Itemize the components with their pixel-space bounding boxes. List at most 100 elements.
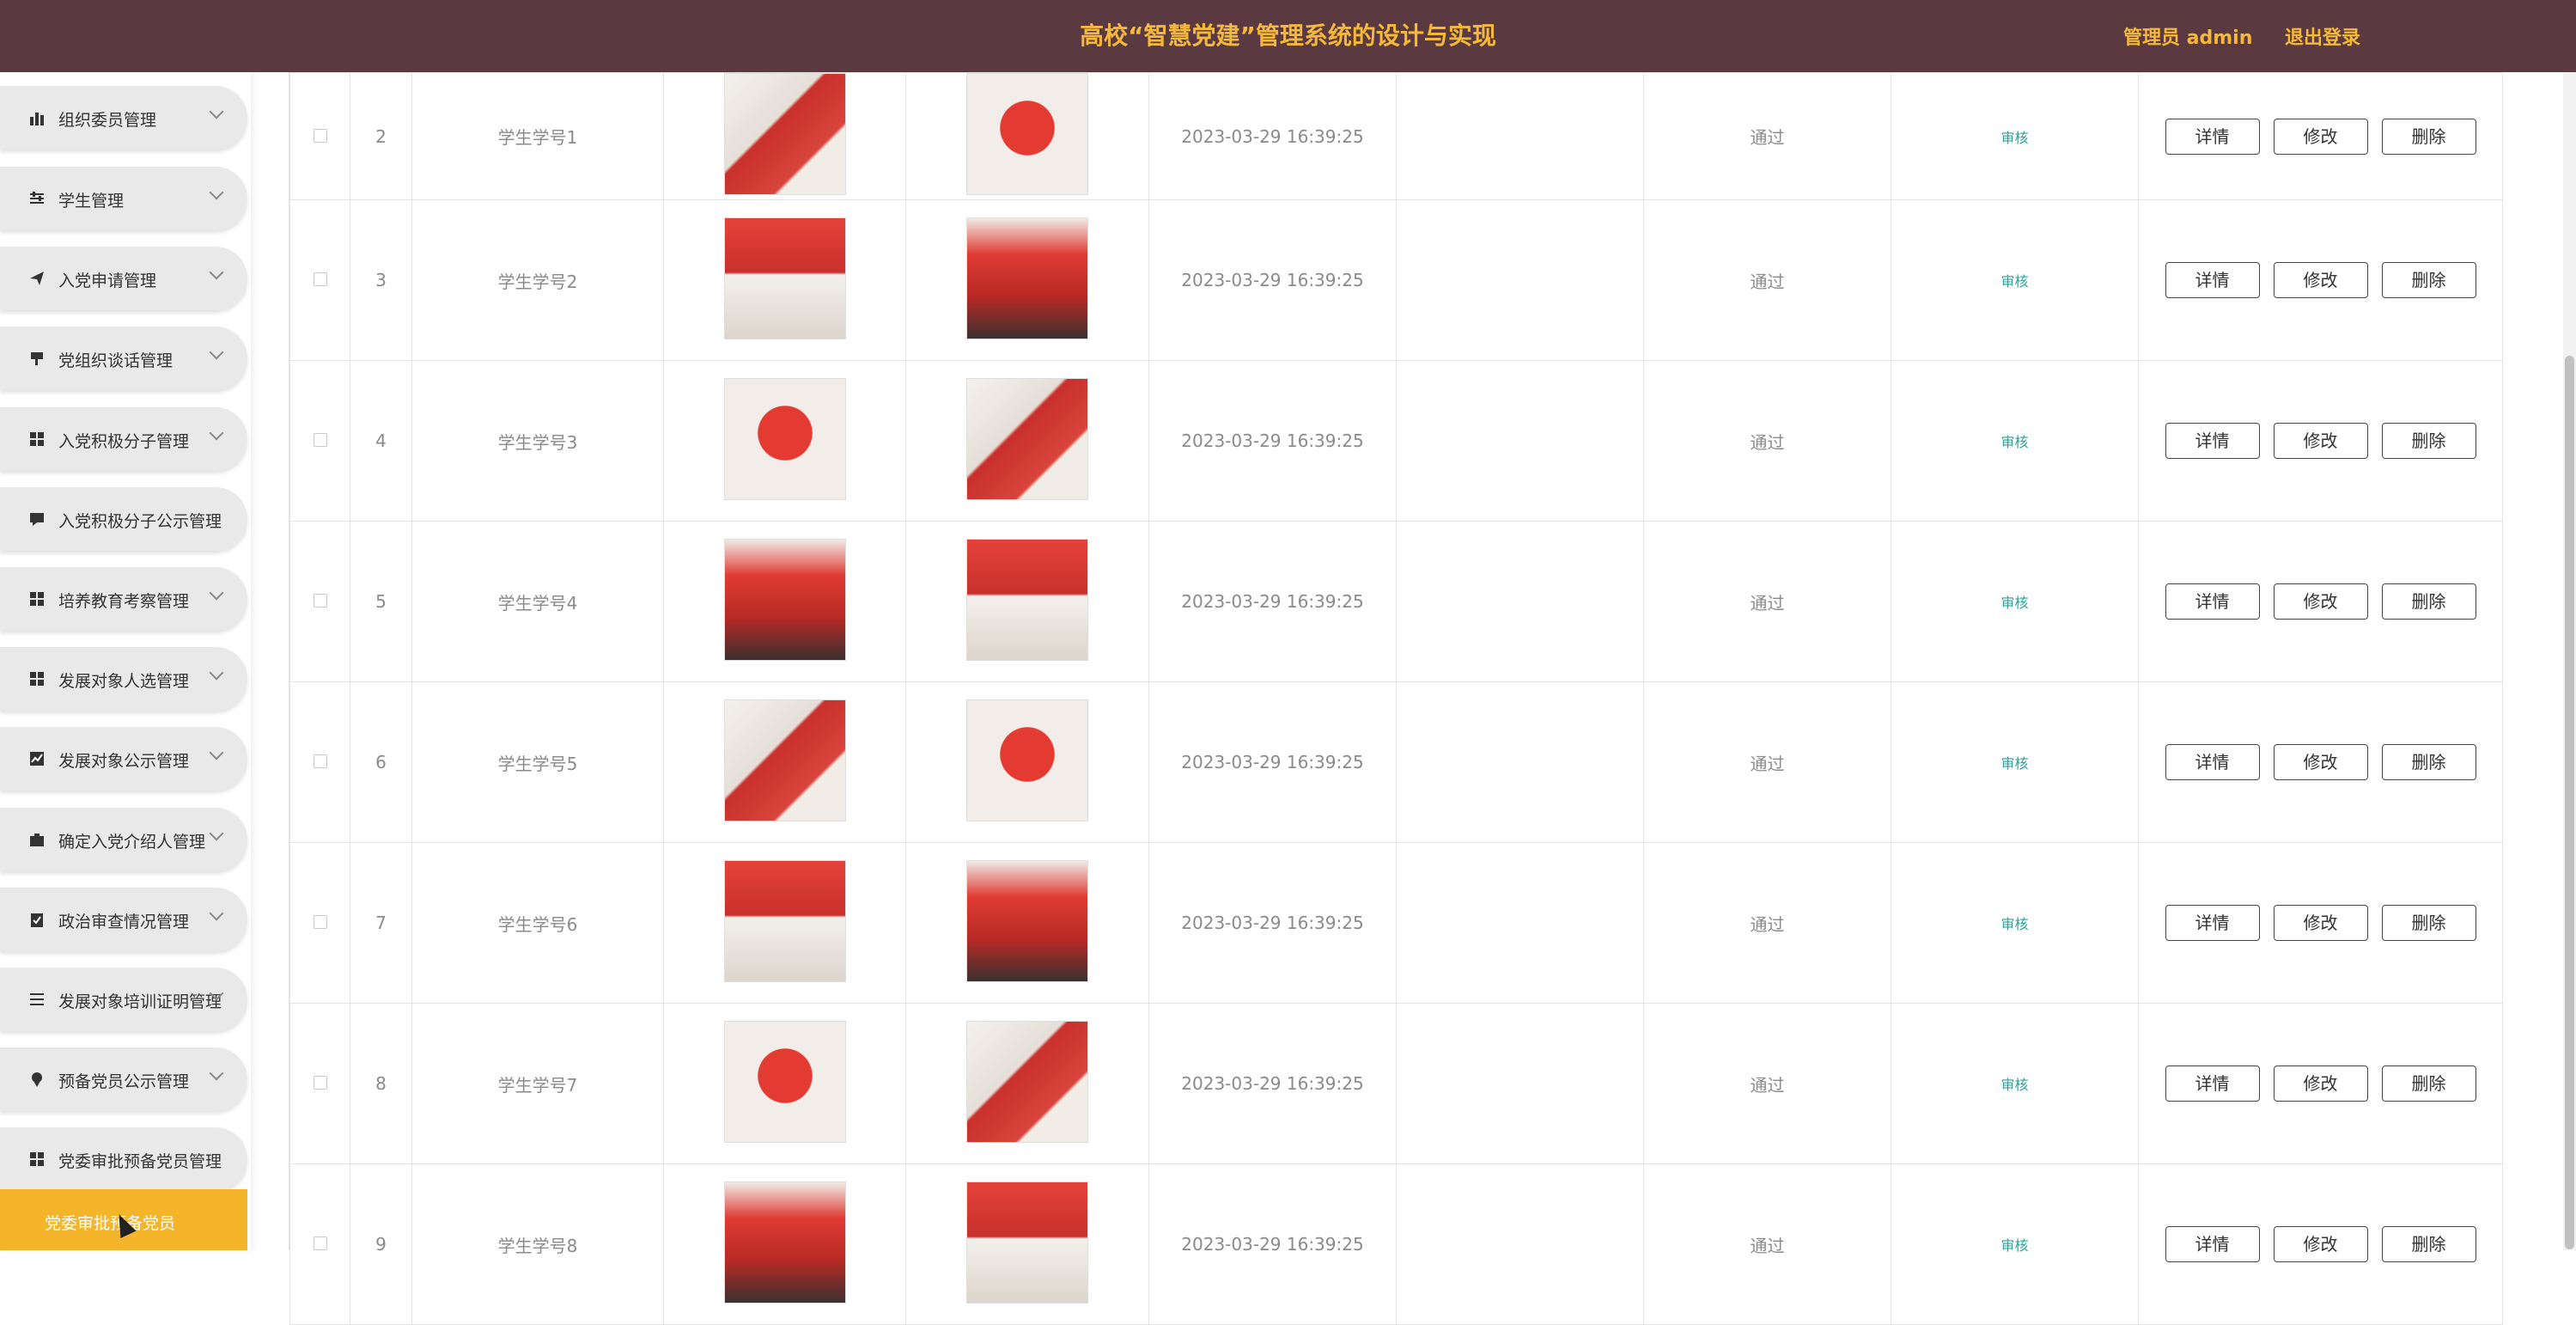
image-cell-2 [905, 1003, 1149, 1164]
sidebar-item-7[interactable]: 培养教育考察管理 [0, 567, 247, 631]
edit-button[interactable]: 修改 [2273, 1226, 2368, 1262]
thumbnail-image[interactable] [723, 217, 846, 339]
row-checkbox[interactable] [313, 128, 327, 143]
delete-button[interactable]: 删除 [2381, 118, 2476, 155]
status-cell: 通过 [1643, 521, 1891, 682]
table-row: 3 学生学号2 2023-03-29 16:39:25 通过 审核 详情 修改 删除 [289, 199, 2503, 361]
image-cell-1 [663, 360, 906, 522]
vertical-scrollbar[interactable] [2563, 72, 2576, 1250]
sidebar-item-6[interactable]: 入党积极分子公示管理 [0, 487, 247, 551]
sidebar-item-4[interactable]: 党组织谈话管理 [0, 327, 247, 390]
sidebar-item-5[interactable]: 入党积极分子管理 [0, 407, 247, 471]
scrollbar-thumb[interactable] [2565, 356, 2574, 1249]
delete-button[interactable]: 删除 [2381, 423, 2476, 459]
audit-link[interactable]: 审核 [2001, 434, 2028, 450]
logout-link[interactable]: 退出登录 [2285, 22, 2360, 50]
row-checkbox[interactable] [313, 594, 327, 608]
sidebar-item-label: 党委审批预备党员管理 [58, 1152, 222, 1171]
created-time: 2023-03-29 16:39:25 [1181, 752, 1364, 772]
detail-button[interactable]: 详情 [2165, 423, 2260, 459]
thumbnail-image[interactable] [723, 859, 846, 982]
delete-button[interactable]: 删除 [2381, 1065, 2476, 1102]
thumbnail-image[interactable] [966, 217, 1088, 339]
delete-button[interactable]: 删除 [2381, 262, 2476, 298]
sidebar-item-1[interactable]: 组织委员管理 [0, 86, 247, 150]
detail-button[interactable]: 详情 [2165, 118, 2260, 155]
thumbnail-image[interactable] [966, 377, 1088, 500]
thumbnail-image[interactable] [723, 1181, 846, 1304]
delete-button[interactable]: 删除 [2381, 583, 2476, 620]
detail-button[interactable]: 详情 [2165, 1226, 2260, 1262]
select-cell[interactable] [289, 1003, 350, 1164]
sidebar-item-label: 发展对象培训证明管理 [58, 992, 222, 1011]
thumbnail-image[interactable] [966, 73, 1088, 195]
audit-link[interactable]: 审核 [2001, 1077, 2028, 1093]
sidebar-item-13[interactable]: 预备党员公示管理 [0, 1047, 247, 1111]
detail-button[interactable]: 详情 [2165, 262, 2260, 298]
table-row: 8 学生学号7 2023-03-29 16:39:25 通过 审核 详情 修改 删除 [289, 1003, 2503, 1164]
delete-button[interactable]: 删除 [2381, 744, 2476, 780]
select-cell[interactable] [289, 842, 350, 1004]
select-cell[interactable] [289, 199, 350, 361]
row-index: 6 [375, 752, 387, 772]
row-checkbox[interactable] [313, 754, 327, 768]
thumbnail-image[interactable] [966, 1181, 1088, 1304]
audit-link[interactable]: 审核 [2001, 1237, 2028, 1254]
delete-button[interactable]: 删除 [2381, 1226, 2476, 1262]
edit-button[interactable]: 修改 [2273, 118, 2368, 155]
delete-button[interactable]: 删除 [2381, 905, 2476, 941]
sidebar-item-3[interactable]: 入党申请管理 [0, 247, 247, 310]
detail-button[interactable]: 详情 [2165, 905, 2260, 941]
sidebar-item-9[interactable]: 发展对象公示管理 [0, 727, 247, 791]
image-cell-2 [905, 842, 1149, 1004]
image-cell-1 [663, 681, 906, 843]
thumbnail-image[interactable] [723, 538, 846, 661]
time-cell: 2023-03-29 16:39:25 [1148, 1003, 1397, 1164]
thumbnail-image[interactable] [723, 1020, 846, 1143]
select-cell[interactable] [289, 521, 350, 682]
edit-button[interactable]: 修改 [2273, 423, 2368, 459]
thumbnail-image[interactable] [966, 538, 1088, 661]
status-cell: 通过 [1643, 72, 1891, 200]
audit-link[interactable]: 审核 [2001, 273, 2028, 290]
row-checkbox[interactable] [313, 915, 327, 929]
row-checkbox[interactable] [313, 1236, 327, 1250]
sidebar-item-8[interactable]: 发展对象人选管理 [0, 647, 247, 711]
row-checkbox[interactable] [313, 1076, 327, 1090]
thumbnail-image[interactable] [723, 699, 846, 821]
audit-link[interactable]: 审核 [2001, 755, 2028, 772]
sidebar-item-11[interactable]: 政治审查情况管理 [0, 888, 247, 951]
audit-link[interactable]: 审核 [2001, 130, 2028, 146]
edit-button[interactable]: 修改 [2273, 262, 2368, 298]
row-index: 8 [375, 1073, 387, 1094]
edit-button[interactable]: 修改 [2273, 905, 2368, 941]
edit-button[interactable]: 修改 [2273, 744, 2368, 780]
chevron-down-icon [209, 425, 224, 441]
edit-button[interactable]: 修改 [2273, 583, 2368, 620]
sidebar-item-12[interactable]: 发展对象培训证明管理 [0, 968, 247, 1031]
bar-chart-icon [29, 110, 45, 125]
edit-button[interactable]: 修改 [2273, 1065, 2368, 1102]
thumbnail-image[interactable] [966, 1020, 1088, 1143]
audit-cell: 审核 [1891, 681, 2139, 843]
sidebar-item-2[interactable]: 学生管理 [0, 167, 247, 230]
thumbnail-image[interactable] [723, 377, 846, 500]
detail-button[interactable]: 详情 [2165, 583, 2260, 620]
audit-link[interactable]: 审核 [2001, 595, 2028, 611]
sidebar-item-14[interactable]: 党委审批预备党员管理 [0, 1127, 247, 1191]
row-checkbox[interactable] [313, 272, 327, 286]
grid-icon [29, 1151, 45, 1167]
index-cell: 7 [350, 842, 412, 1004]
select-cell[interactable] [289, 72, 350, 200]
thumbnail-image[interactable] [966, 699, 1088, 821]
select-cell[interactable] [289, 1163, 350, 1325]
detail-button[interactable]: 详情 [2165, 1065, 2260, 1102]
row-checkbox[interactable] [313, 433, 327, 447]
thumbnail-image[interactable] [966, 859, 1088, 982]
audit-link[interactable]: 审核 [2001, 916, 2028, 932]
select-cell[interactable] [289, 360, 350, 522]
select-cell[interactable] [289, 681, 350, 843]
detail-button[interactable]: 详情 [2165, 744, 2260, 780]
thumbnail-image[interactable] [723, 73, 846, 195]
sidebar-item-10[interactable]: 确定入党介绍人管理 [0, 808, 247, 871]
